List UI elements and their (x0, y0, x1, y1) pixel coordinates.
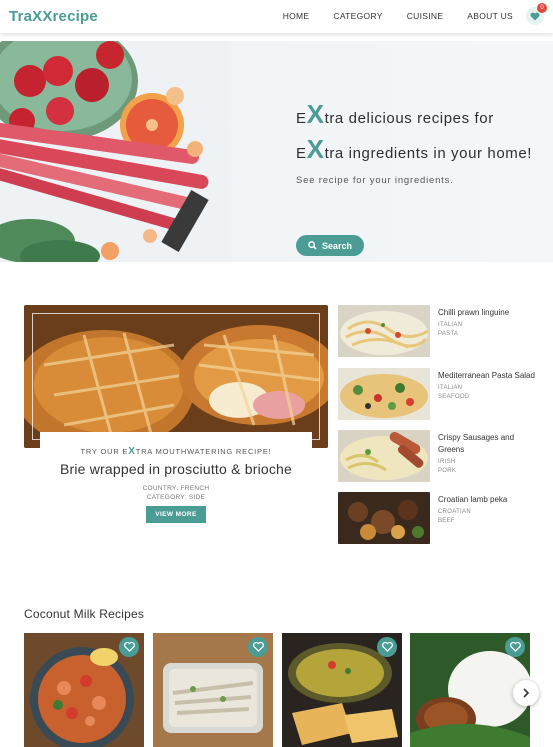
hero-copy: EXtra delicious recipes for EXtra ingred… (296, 99, 533, 256)
recipe-card[interactable] (153, 633, 273, 747)
navbar: TraXXrecipe HOME CATEGORY CUISINE ABOUT … (0, 0, 553, 33)
search-button[interactable]: Search (296, 235, 364, 256)
carousel-next-button[interactable] (513, 680, 539, 706)
heart-icon (509, 642, 521, 652)
side-recipe-title: Chilli prawn linguine (438, 308, 510, 317)
side-recipe-cuisine: IRISH (438, 459, 456, 465)
featured-meta: COUNTRY: FRENCH CATEGORY: SIDE (40, 484, 312, 502)
chevron-right-icon (523, 688, 530, 698)
heart-icon (381, 642, 393, 652)
featured-image-frame (32, 313, 320, 440)
side-recipe-category: SEAFOOD (438, 394, 470, 400)
favorites-count-badge: 0 (537, 3, 547, 13)
hero-food-image (0, 41, 230, 262)
heart-icon (123, 642, 135, 652)
side-recipe-text: Croatian lamb peka CROATIAN BEEF (438, 494, 536, 526)
nav-category[interactable]: CATEGORY (333, 11, 382, 21)
heart-icon (252, 642, 264, 652)
favorite-toggle[interactable] (248, 637, 268, 657)
side-recipe-title: Croatian lamb peka (438, 495, 508, 504)
recipe-card[interactable] (282, 633, 402, 747)
nav-links: HOME CATEGORY CUISINE ABOUT US (259, 11, 513, 21)
side-recipe-text: Chilli prawn linguine ITALIAN PASTA (438, 307, 536, 339)
side-recipe-image (338, 305, 430, 357)
view-more-button[interactable]: VIEW MORE (146, 506, 206, 523)
side-recipe-image (338, 492, 430, 544)
side-recipe-cuisine: ITALIAN (438, 385, 463, 391)
nav-home[interactable]: HOME (283, 11, 310, 21)
search-icon (308, 241, 317, 250)
side-recipe-cuisine: ITALIAN (438, 322, 463, 328)
featured-recipe-image[interactable] (24, 305, 328, 448)
side-recipe-category: PASTA (438, 331, 459, 337)
side-recipe-text: Mediterranean Pasta Salad ITALIAN SEAFOO… (438, 370, 536, 402)
heart-icon (530, 12, 540, 21)
side-recipe-title: Crispy Sausages and Greens (438, 433, 515, 454)
hero-headline-2: EXtra ingredients in your home! (296, 134, 533, 164)
section-title: Coconut Milk Recipes (24, 607, 145, 621)
hero-subtitle: See recipe for your ingredients. (296, 175, 454, 186)
search-button-label: Search (321, 240, 353, 251)
featured-title[interactable]: Brie wrapped in prosciutto & brioche (40, 461, 312, 477)
side-recipe-item[interactable]: Mediterranean Pasta Salad ITALIAN SEAFOO… (338, 368, 538, 420)
side-recipe-cuisine: CROATIAN (438, 509, 471, 515)
featured-country: COUNTRY: FRENCH (142, 485, 210, 492)
side-recipe-item[interactable]: Chilli prawn linguine ITALIAN PASTA (338, 305, 538, 357)
hero-banner: EXtra delicious recipes for EXtra ingred… (0, 41, 553, 262)
side-recipe-category: BEEF (438, 518, 455, 524)
side-recipe-category: PORK (438, 468, 457, 474)
side-recipe-item[interactable]: Croatian lamb peka CROATIAN BEEF (338, 492, 538, 544)
favorite-toggle[interactable] (119, 637, 139, 657)
side-recipe-item[interactable]: Crispy Sausages and Greens IRISH PORK (338, 430, 538, 482)
side-recipe-image (338, 430, 430, 482)
favorite-toggle[interactable] (505, 637, 525, 657)
favorite-toggle[interactable] (377, 637, 397, 657)
favorites-button[interactable]: 0 (526, 3, 547, 25)
side-recipe-text: Crispy Sausages and Greens IRISH PORK (438, 432, 536, 476)
featured-recipe-card: TRY OUR EXTRA MOUTHWATERING RECIPE! Brie… (40, 432, 312, 535)
side-recipe-image (338, 368, 430, 420)
hero-headline-1: EXtra delicious recipes for (296, 99, 494, 129)
recipe-card[interactable] (410, 633, 530, 747)
featured-category: CATEGORY: SIDE (146, 494, 206, 501)
side-recipe-title: Mediterranean Pasta Salad (438, 371, 535, 380)
brand-logo[interactable]: TraXXrecipe (9, 8, 98, 25)
featured-kicker: TRY OUR EXTRA MOUTHWATERING RECIPE! (80, 446, 272, 457)
nav-about-us[interactable]: ABOUT US (467, 11, 513, 21)
recipe-card[interactable] (24, 633, 144, 747)
nav-cuisine[interactable]: CUISINE (407, 11, 444, 21)
